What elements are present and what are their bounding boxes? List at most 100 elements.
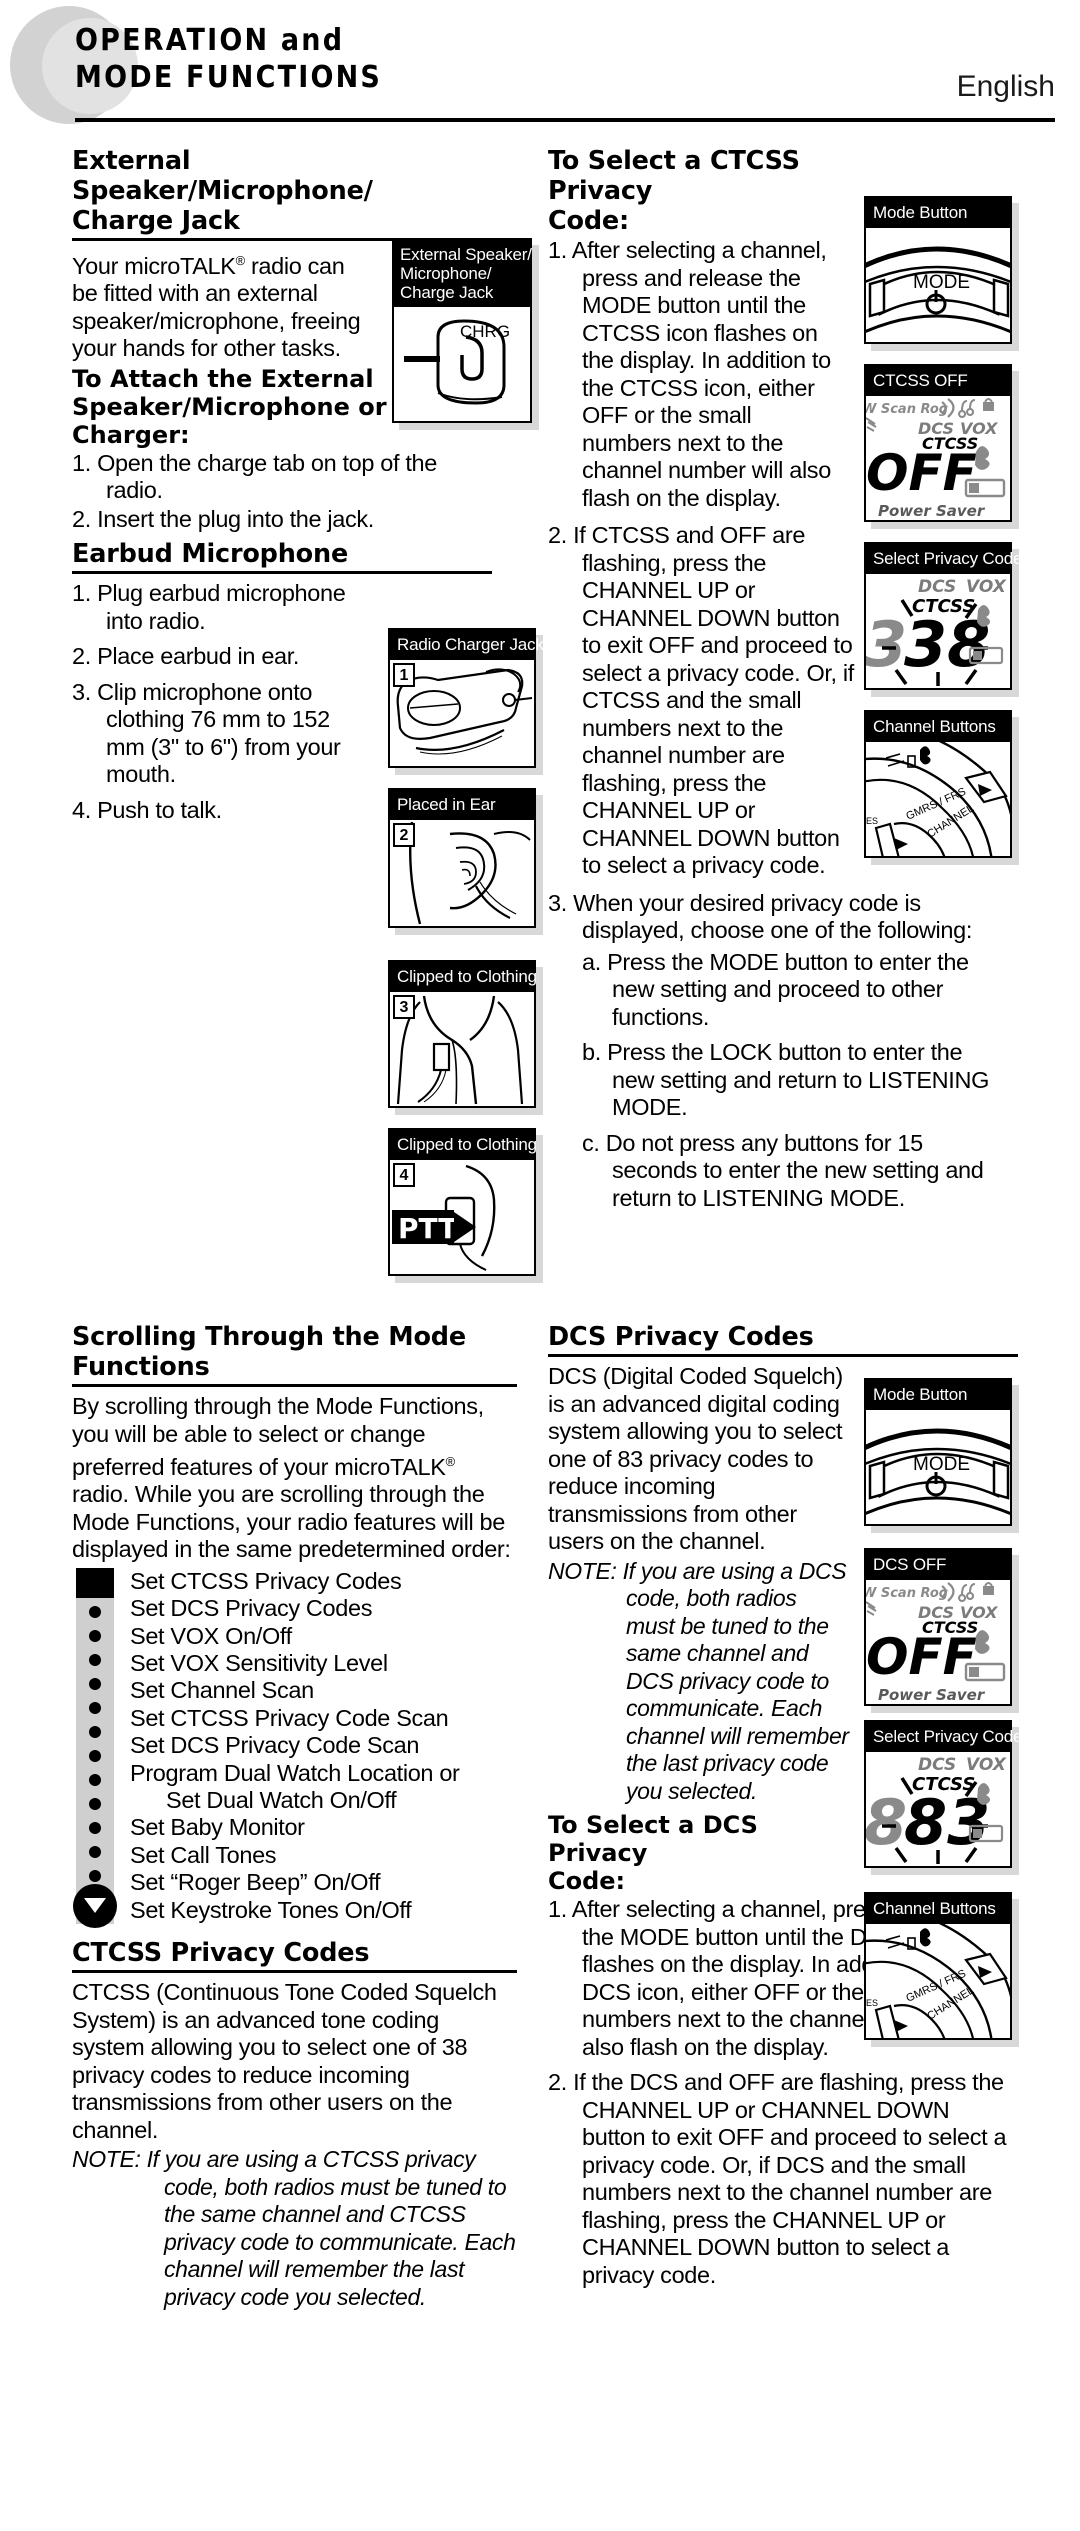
figure-art: W Scan Rog DCS VOX CTCSS OFF Power Saver (866, 1580, 1010, 1704)
mode-scroll-indicator (73, 1567, 117, 1929)
section-heading-line1: To Select a CTCSS Privacy (548, 146, 800, 206)
mode-indicator-dot (89, 1845, 101, 1858)
charge-jack-icon: CHRG (404, 319, 510, 405)
scrolling-paragraph: By scrolling through the Mode Functions,… (72, 1393, 517, 1564)
mode-indicator-dot (89, 1677, 101, 1690)
figure-caption: Radio Charger Jack (390, 630, 544, 660)
figure-charge-jack: External Speaker/ Microphone/ Charge Jac… (392, 238, 532, 423)
section-heading-line2: Charge Jack (72, 206, 240, 236)
list-item: Set CTCSS Privacy Code Scan (130, 1704, 449, 1731)
figure-lcd-select-privacy-code-2: Select Privacy Code DCS VOX CTCSS 8 83 (864, 1720, 1022, 1868)
figure-caption: Mode Button (866, 198, 1010, 228)
header-rule (75, 118, 1055, 122)
mode-indicator-current-block (76, 1567, 114, 1598)
lcd-bottom-label: Power Saver (878, 502, 986, 520)
figure-channel-buttons-2: Channel Buttons GMRS / FRS CHANNEL ES (864, 1892, 1012, 2040)
list-item: Set Channel Scan (130, 1677, 314, 1704)
ctcss-substeps-list: a. Press the MODE button to enter the ne… (548, 949, 1006, 1213)
figure-caption-line3: Charge Jack (400, 283, 494, 302)
list-item: 2. If the DCS and OFF are flashing, pres… (548, 2069, 1007, 2288)
lcd-value: OFF (866, 1628, 977, 1686)
language-label: English (956, 70, 1055, 103)
figure-caption: Placed in Ear (390, 790, 534, 820)
figure-caption: Clipped to Clothing (390, 962, 537, 992)
figure-art: CHRG (394, 307, 530, 419)
figure-channel-buttons-1: Channel Buttons GMRS / FRS CHANNEL ES (864, 710, 1012, 858)
mode-indicator-dot (89, 1653, 101, 1666)
subheading-select-dcs-code: To Select a DCS Privacy Code: (548, 1811, 848, 1895)
figure-art: GMRS / FRS CHANNEL ES (866, 1924, 1010, 2038)
figure-ptt-microphone: Clipped to Clothing 4 PTT (388, 1128, 537, 1276)
earbud-steps-list: 1. Plug earbud microphone into radio. 2.… (72, 580, 372, 824)
figure-art-label: MODE (913, 272, 970, 293)
lcd-select-privacy-code-icon: DCS VOX CTCSS 3 38 (866, 577, 1007, 686)
figure-radio-charger-jack: Radio Charger Jack 1 (388, 628, 544, 768)
section-heading-ctcss-privacy-codes: CTCSS Privacy Codes (72, 1938, 370, 1969)
figure-lcd-dcs-off: DCS OFF W Scan Rog DCS VOX CTCSS OFF Pow… (864, 1548, 1012, 1706)
mode-indicator-dot (89, 1725, 101, 1738)
page-header: OPERATION and MODE FUNCTIONS English (0, 0, 1080, 140)
subheading-line2: Speaker/Microphone or (72, 392, 387, 421)
manual-page: OPERATION and MODE FUNCTIONS English Ext… (0, 0, 1080, 2531)
figure-art: MODE (866, 228, 1010, 342)
step-number-badge: 2 (393, 823, 415, 847)
ctcss-description: CTCSS (Continuous Tone Coded Squelch Sys… (72, 1979, 497, 2143)
figure-clipped-to-clothing-collar: Clipped to Clothing 3 (388, 960, 537, 1108)
list-item: Program Dual Watch Location or (130, 1759, 460, 1786)
figure-edge-label: ES (866, 1998, 878, 2008)
section-heading-select-ctcss-code: To Select a CTCSS Privacy Code: (548, 146, 848, 236)
intro-paragraph-text: Your microTALK (72, 252, 236, 279)
figure-caption: CTCSS OFF (866, 366, 1010, 396)
figure-art: 4 PTT (390, 1160, 534, 1274)
intro-paragraph: Your microTALK® radio can be fitted with… (72, 247, 372, 363)
list-item: 2. Insert the plug into the jack. (72, 505, 374, 532)
section-heading-external-speaker: External Speaker/Microphone/ Charge Jack (72, 146, 492, 236)
figure-art-label: CHRG (460, 322, 510, 341)
figure-caption: Clipped to Clothing (390, 1130, 537, 1160)
mode-indicator-dot (89, 1749, 101, 1762)
lcd-select-privacy-code-icon: DCS VOX CTCSS 8 83 (866, 1755, 1007, 1864)
dcs-note: NOTE: If you are using a DCS code, both … (548, 1557, 849, 1804)
list-item: Set CTCSS Privacy Codes (130, 1567, 402, 1594)
step-number-badge: 4 (393, 1163, 415, 1187)
channel-buttons-icon: GMRS / FRS CHANNEL ES (866, 1924, 1010, 2038)
subheading-line1: To Attach the External (72, 364, 374, 393)
list-item: b. Press the LOCK button to enter the ne… (582, 1039, 989, 1120)
figure-art: DCS VOX CTCSS 8 83 (866, 1752, 1010, 1866)
figure-lcd-select-privacy-code-1: Select Privacy Code DCS VOX CTCSS 3 38 (864, 542, 1022, 690)
figure-art: 3 (390, 992, 534, 1106)
list-item: Set “Roger Beep” On/Off (130, 1869, 381, 1896)
list-item: 1. Plug earbud microphone into radio. (72, 580, 346, 634)
figure-caption-line1: External Speaker/ (400, 245, 532, 264)
left-column-bottom: Scrolling Through the Mode Functions By … (72, 1322, 517, 2311)
mode-button-icon: MODE (866, 1428, 1010, 1516)
mode-indicator-down-arrow-icon (73, 1884, 117, 1929)
figure-caption: Channel Buttons (866, 1894, 1010, 1924)
list-item: Set Dual Watch On/Off (166, 1787, 397, 1814)
list-item: 3. When your desired privacy code is dis… (548, 889, 973, 944)
lcd-dcs-off-icon: W Scan Rog DCS VOX CTCSS OFF Power Saver (866, 1582, 1006, 1704)
lcd-vox-label: VOX (966, 577, 1007, 597)
figure-lcd-ctcss-off: CTCSS OFF W Scan Rog DCS VOX CTCSS OFF P… (864, 364, 1012, 522)
section-heading-dcs-privacy-codes: DCS Privacy Codes (548, 1322, 814, 1352)
mode-button-icon: MODE (866, 246, 1010, 334)
figure-mode-button-1: Mode Button MODE (864, 196, 1012, 344)
lcd-dcs-label: DCS (918, 577, 956, 597)
subheading-line3: Charger: (72, 420, 190, 449)
list-item: 4. Push to talk. (72, 796, 222, 823)
section-heading-line1: Scrolling Through the Mode (72, 1322, 466, 1352)
section-heading-line1: External Speaker/Microphone/ (72, 146, 373, 206)
page-title-line2: MODE FUNCTIONS (75, 60, 383, 95)
section-divider (548, 1354, 1018, 1357)
section-divider (72, 1970, 517, 1974)
figure-art: DCS VOX CTCSS 3 38 (866, 574, 1010, 688)
mode-functions-list: Set CTCSS Privacy Codes Set DCS Privacy … (72, 1567, 517, 1929)
figure-art: 1 (390, 660, 534, 766)
scrolling-paragraph-rest: radio. While you are scrolling through t… (72, 1481, 511, 1563)
list-item: Set VOX On/Off (130, 1622, 292, 1649)
registered-mark: ® (445, 1454, 456, 1469)
lcd-channel-number: 8 (866, 1786, 907, 1859)
list-item: c. Do not press any buttons for 15 secon… (582, 1129, 984, 1211)
figure-caption: Mode Button (866, 1380, 1010, 1410)
page-title-line1: OPERATION and (75, 23, 345, 58)
